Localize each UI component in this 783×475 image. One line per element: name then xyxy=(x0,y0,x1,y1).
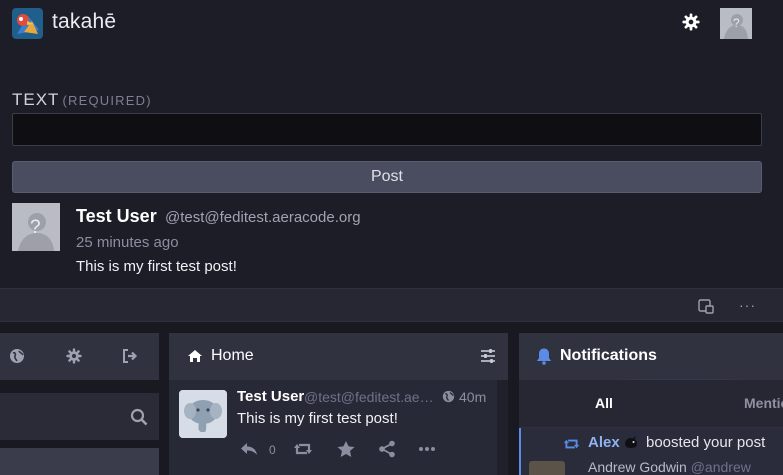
notification-filter-tabs: All Mentions xyxy=(519,380,783,428)
sign-out-icon[interactable] xyxy=(122,348,138,364)
custom-emoji-icon xyxy=(625,436,637,448)
share-icon[interactable] xyxy=(377,440,397,458)
notifications-column-title: Notifications xyxy=(560,347,657,364)
post-author-handle[interactable]: @test@feditest.aeracode.org xyxy=(165,209,361,226)
notification-actor-name[interactable]: Alex xyxy=(588,434,620,451)
home-column-scrollbar[interactable] xyxy=(497,380,508,475)
status-content: This is my first test post! xyxy=(237,410,398,427)
post-avatar[interactable]: ? xyxy=(12,203,60,251)
text-label: TEXT xyxy=(12,90,60,109)
toolbar-strip: ··· xyxy=(0,288,783,322)
favourite-star-icon[interactable] xyxy=(336,440,356,458)
search-box[interactable] xyxy=(0,393,159,440)
takahe-logo-icon[interactable] xyxy=(12,8,43,39)
post-button[interactable]: Post xyxy=(12,161,762,193)
top-bar: takahē ? xyxy=(0,0,783,48)
boosted-status-avatar[interactable] xyxy=(529,461,565,475)
reply-icon[interactable] xyxy=(239,440,259,458)
globe-icon[interactable] xyxy=(9,348,25,364)
gear-icon[interactable] xyxy=(66,348,82,364)
home-column-header[interactable]: Home xyxy=(169,333,508,380)
boosted-status-author-handle: @andrew xyxy=(690,459,751,475)
status-author-name[interactable]: Test User xyxy=(237,388,304,405)
tab-mentions[interactable]: Mentions xyxy=(744,395,783,411)
status-card[interactable]: Test User @test@feditest.aeracode.org 40… xyxy=(169,380,497,475)
text-input[interactable] xyxy=(12,113,762,146)
status-timestamp[interactable]: 40m xyxy=(459,389,486,405)
more-options-icon[interactable]: ··· xyxy=(739,297,756,313)
svg-text:?: ? xyxy=(30,217,41,238)
notifications-column-header[interactable]: Notifications xyxy=(519,333,783,380)
post-timestamp[interactable]: 25 minutes ago xyxy=(76,234,179,251)
required-note: (REQUIRED) xyxy=(62,93,152,108)
navigation-column xyxy=(0,333,159,475)
gear-icon[interactable] xyxy=(682,13,700,31)
notification-item[interactable]: Alex boosted your post Andrew Godwin @an… xyxy=(519,428,783,475)
search-icon[interactable] xyxy=(130,408,148,426)
open-in-window-icon[interactable] xyxy=(698,298,714,314)
tab-all[interactable]: All xyxy=(595,395,613,411)
reply-count: 0 xyxy=(269,443,276,457)
home-column: Home Test User @test@feditest.aeracode.o… xyxy=(169,333,508,475)
status-avatar[interactable] xyxy=(179,390,227,438)
notification-action-text: boosted your post xyxy=(646,434,766,451)
public-visibility-icon xyxy=(442,390,455,403)
boost-icon xyxy=(563,439,580,449)
boosted-status-author[interactable]: Andrew Godwin @andrew xyxy=(588,459,751,475)
home-icon xyxy=(188,350,202,362)
app-name[interactable]: takahē xyxy=(52,10,116,34)
nav-footer-panel xyxy=(0,448,159,475)
status-author-handle[interactable]: @test@feditest.aeracode.org xyxy=(304,389,437,405)
post-content: This is my first test post! xyxy=(76,258,237,275)
notifications-column: Notifications All Mentions Alex boosted … xyxy=(519,333,783,475)
more-options-icon[interactable] xyxy=(417,440,437,458)
svg-text:?: ? xyxy=(733,16,740,30)
text-field-label: TEXT (REQUIRED) xyxy=(12,90,152,110)
post-author-name[interactable]: Test User xyxy=(76,206,157,227)
boost-icon[interactable] xyxy=(293,440,313,458)
column-settings-icon[interactable] xyxy=(480,348,496,364)
boosted-status-author-name: Andrew Godwin xyxy=(588,459,687,475)
bell-icon xyxy=(537,348,551,365)
mastodon-elephant-icon xyxy=(179,390,227,438)
nav-icon-bar xyxy=(0,333,159,380)
user-avatar[interactable]: ? xyxy=(720,8,752,39)
home-column-title: Home xyxy=(211,347,254,364)
